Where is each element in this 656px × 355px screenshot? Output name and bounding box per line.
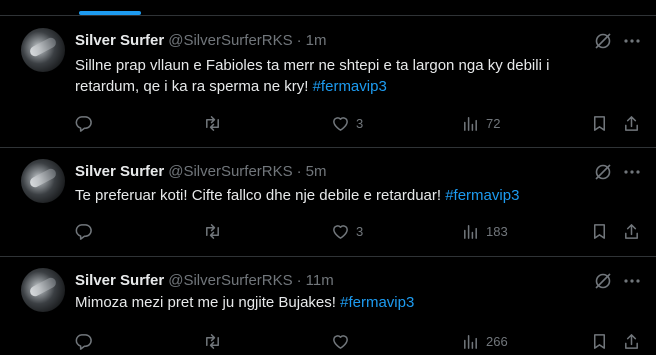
- author-handle[interactable]: @SilverSurferRKS: [168, 163, 292, 180]
- author-name[interactable]: Silver Surfer: [75, 32, 164, 49]
- more-icon[interactable]: [622, 31, 642, 51]
- share-icon: [625, 223, 638, 239]
- bookmark-button[interactable]: [590, 331, 609, 351]
- tweet-header: Silver Surfer @SilverSurferRKS · 1m: [75, 30, 327, 50]
- share-icon: [625, 333, 638, 349]
- reply-button[interactable]: [74, 113, 93, 133]
- bookmark-icon: [593, 333, 606, 349]
- bookmark-button[interactable]: [590, 113, 609, 133]
- heart-icon: [333, 116, 348, 131]
- author-name[interactable]: Silver Surfer: [75, 163, 164, 180]
- retweet-button[interactable]: [203, 113, 222, 133]
- views-icon: [464, 116, 477, 131]
- like-count: 3: [356, 223, 364, 239]
- grok-icon[interactable]: [593, 271, 613, 291]
- tweet-actions: 3 183: [0, 221, 656, 241]
- retweet-icon: [206, 115, 219, 131]
- timestamp[interactable]: 1m: [306, 32, 327, 49]
- bookmark-icon: [593, 115, 606, 131]
- tweet-header: Silver Surfer @SilverSurferRKS · 5m: [75, 161, 327, 181]
- retweet-icon: [206, 333, 219, 349]
- view-count: 266: [486, 333, 508, 349]
- author-name[interactable]: Silver Surfer: [75, 272, 164, 289]
- reply-icon: [75, 115, 92, 132]
- more-icon[interactable]: [622, 271, 642, 291]
- hashtag-link[interactable]: #fermavip3: [340, 294, 414, 311]
- retweet-button[interactable]: [203, 221, 222, 241]
- share-button[interactable]: [622, 113, 641, 133]
- heart-icon: [333, 334, 348, 349]
- view-count: 183: [486, 223, 508, 239]
- like-button[interactable]: 3: [331, 113, 363, 133]
- views-button[interactable]: 183: [461, 221, 508, 241]
- timestamp[interactable]: 5m: [306, 163, 327, 180]
- share-button[interactable]: [622, 221, 641, 241]
- heart-icon: [333, 224, 348, 239]
- tweet-text-line: Mimoza mezi pret me ju ngjite Bujakes!: [75, 294, 341, 311]
- author-handle[interactable]: @SilverSurferRKS: [168, 32, 292, 49]
- share-icon: [625, 115, 638, 131]
- timestamp[interactable]: 11m: [306, 272, 334, 289]
- tweet-text: Mimoza mezi pret me ju ngjite Bujakes! #…: [75, 292, 635, 313]
- tweet-header: Silver Surfer @SilverSurferRKS · 11m: [75, 270, 334, 290]
- tweet-text-line: Te preferuar koti! Cifte fallco dhe nje …: [75, 187, 446, 204]
- reply-icon: [75, 223, 92, 240]
- grok-icon[interactable]: [593, 31, 613, 51]
- avatar[interactable]: [21, 268, 65, 312]
- avatar[interactable]: [21, 159, 65, 203]
- author-handle[interactable]: @SilverSurferRKS: [168, 272, 292, 289]
- tweet-actions: 3 72: [0, 113, 656, 133]
- views-icon: [464, 334, 477, 349]
- avatar[interactable]: [21, 28, 65, 72]
- tweet-text: Te preferuar koti! Cifte fallco dhe nje …: [75, 185, 635, 206]
- separator: ·: [296, 162, 302, 180]
- tweet[interactable]: Silver Surfer @SilverSurferRKS · 1m Sill…: [0, 16, 656, 148]
- reply-button[interactable]: [74, 221, 93, 241]
- bookmark-icon: [593, 223, 606, 239]
- like-button[interactable]: [331, 331, 356, 351]
- reply-button[interactable]: [74, 331, 93, 351]
- grok-icon[interactable]: [593, 162, 613, 182]
- like-count: 3: [356, 115, 364, 131]
- hashtag-link[interactable]: #fermavip3: [313, 78, 387, 95]
- tweet-text-line: Sillne prap vllaun e Fabioles ta merr ne…: [75, 57, 550, 74]
- view-count: 72: [486, 115, 501, 131]
- tweet-text-line: retardum, qe i ka ra sperma ne kry!: [75, 78, 313, 95]
- tweet[interactable]: Silver Surfer @SilverSurferRKS · 11m Mim…: [0, 257, 656, 355]
- retweet-icon: [206, 223, 219, 239]
- like-button[interactable]: 3: [331, 221, 363, 241]
- hashtag-link[interactable]: #fermavip3: [445, 187, 519, 204]
- views-button[interactable]: 72: [461, 113, 500, 133]
- retweet-button[interactable]: [203, 331, 222, 351]
- bookmark-button[interactable]: [590, 221, 609, 241]
- tweet-text: Sillne prap vllaun e Fabioles ta merr ne…: [75, 55, 635, 97]
- tweet-actions: 266: [0, 331, 656, 351]
- tweet[interactable]: Silver Surfer @SilverSurferRKS · 5m Te p…: [0, 148, 656, 257]
- views-icon: [464, 224, 477, 239]
- share-button[interactable]: [622, 331, 641, 351]
- reply-icon: [75, 333, 92, 350]
- separator: ·: [296, 271, 302, 289]
- views-button[interactable]: 266: [461, 331, 508, 351]
- separator: ·: [296, 31, 302, 49]
- more-icon[interactable]: [622, 162, 642, 182]
